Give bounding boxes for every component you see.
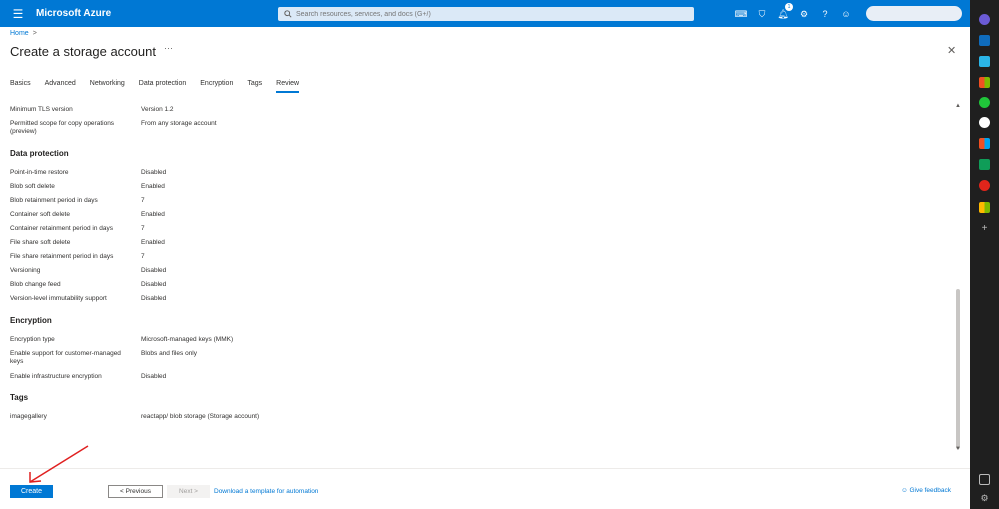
settings-icon[interactable]: ⚙ <box>797 7 811 21</box>
breadcrumb-separator: > <box>32 30 37 37</box>
row-label: imagegallery <box>10 413 47 420</box>
section-heading-encryption: Encryption <box>10 316 52 325</box>
row-value: Disabled <box>141 295 167 302</box>
add-icon[interactable]: + <box>979 223 990 234</box>
scrollbar[interactable]: ▲ ▼ <box>955 103 961 453</box>
cloud-shell-icon[interactable]: ⌨ <box>734 7 748 21</box>
feedback-icon[interactable]: ☺ <box>839 7 853 21</box>
breadcrumb-home[interactable]: Home <box>10 30 29 37</box>
brand-title[interactable]: Microsoft Azure <box>36 8 111 19</box>
next-button[interactable]: Next > <box>167 485 210 498</box>
row-value: Enabled <box>141 183 165 190</box>
browser-sidebar: + ⚙ <box>970 0 999 509</box>
section-heading-data-protection: Data protection <box>10 149 69 158</box>
forms-icon[interactable] <box>979 159 990 170</box>
search-icon <box>284 10 292 18</box>
tab-advanced[interactable]: Advanced <box>45 80 76 93</box>
search-box[interactable] <box>278 7 694 21</box>
row-label: Encryption type <box>10 336 55 343</box>
row-value: Disabled <box>141 267 167 274</box>
more-options-icon[interactable]: ··· <box>164 43 173 53</box>
row-value: Blobs and files only <box>141 350 198 357</box>
settings-gear-icon[interactable]: ⚙ <box>979 493 990 504</box>
row-label: Container retainment period in days <box>10 225 113 232</box>
row-value: Enabled <box>141 211 165 218</box>
row-value: Enabled <box>141 239 165 246</box>
row-label: Versioning <box>10 267 41 274</box>
tab-bar: Basics Advanced Networking Data protecti… <box>10 80 313 93</box>
row-value: Disabled <box>141 169 167 176</box>
row-value: Disabled <box>141 281 167 288</box>
outlook-icon[interactable] <box>979 35 990 46</box>
row-value: Microsoft-managed keys (MMK) <box>141 336 234 343</box>
close-icon[interactable]: ✕ <box>947 44 956 57</box>
row-label: Container soft delete <box>10 211 70 218</box>
breadcrumb: Home > <box>10 30 37 37</box>
row-label: Enable support for customer-managed keys <box>10 350 121 365</box>
section-heading-tags: Tags <box>10 393 29 402</box>
scroll-down-icon[interactable]: ▼ <box>955 446 961 452</box>
tab-encryption[interactable]: Encryption <box>200 80 233 93</box>
shopping-icon[interactable] <box>979 56 990 67</box>
row-label: File share retainment period in days <box>10 253 114 260</box>
give-feedback-label: Give feedback <box>909 487 952 494</box>
tab-review[interactable]: Review <box>276 80 300 93</box>
microsoft-icon[interactable] <box>979 138 990 149</box>
row-label: Point-in-time restore <box>10 169 69 176</box>
scroll-up-icon[interactable]: ▲ <box>955 103 961 109</box>
row-label: Version-level immutability support <box>10 295 107 302</box>
row-label: Enable infrastructure encryption <box>10 373 102 380</box>
app-icon[interactable] <box>979 180 990 191</box>
row-value: 7 <box>141 253 145 260</box>
give-feedback-link[interactable]: ☺ Give feedback <box>901 487 951 494</box>
row-value: 7 <box>141 197 145 204</box>
copilot-icon[interactable] <box>979 14 990 25</box>
top-icons: ⌨ ⛉ 🔔︎ 1 ⚙ ? ☺ <box>734 3 853 21</box>
tab-data-protection[interactable]: Data protection <box>139 80 186 93</box>
extension-icon[interactable] <box>979 97 990 108</box>
notifications-icon[interactable]: 🔔︎ 1 <box>776 3 793 21</box>
windows-icon[interactable] <box>979 202 990 213</box>
tab-tags[interactable]: Tags <box>247 80 262 93</box>
row-value: Disabled <box>141 373 167 380</box>
scrollbar-thumb[interactable] <box>956 289 960 449</box>
notification-badge: 1 <box>785 3 793 11</box>
row-label: Blob soft delete <box>10 183 55 190</box>
page-title: Create a storage account <box>10 44 156 59</box>
row-value: Version 1.2 <box>141 106 174 113</box>
row-label: Minimum TLS version <box>10 106 73 113</box>
row-value: reactapp/ blob storage (Storage account) <box>141 413 260 420</box>
search-input[interactable] <box>296 10 676 18</box>
row-label: Blob change feed <box>10 281 61 288</box>
tab-networking[interactable]: Networking <box>90 80 125 93</box>
footer-divider <box>0 468 970 469</box>
tab-basics[interactable]: Basics <box>10 80 31 93</box>
row-label: Permitted scope for copy operations (pre… <box>10 120 115 135</box>
row-label: File share soft delete <box>10 239 71 246</box>
download-template-link[interactable]: Download a template for automation <box>214 488 318 495</box>
annotation-arrow-icon <box>29 445 89 483</box>
row-value: From any storage account <box>141 120 217 127</box>
office-icon[interactable] <box>979 77 990 88</box>
account-avatar[interactable] <box>866 6 962 21</box>
menu-icon[interactable]: ☰ <box>6 7 30 21</box>
create-button[interactable]: Create <box>10 485 53 498</box>
previous-button[interactable]: < Previous <box>108 485 163 498</box>
sidebar-layout-icon[interactable] <box>979 474 990 485</box>
row-value: 7 <box>141 225 145 232</box>
row-label: Blob retainment period in days <box>10 197 98 204</box>
help-icon[interactable]: ? <box>818 7 832 21</box>
directory-filter-icon[interactable]: ⛉ <box>755 7 769 21</box>
github-icon[interactable] <box>979 117 990 128</box>
